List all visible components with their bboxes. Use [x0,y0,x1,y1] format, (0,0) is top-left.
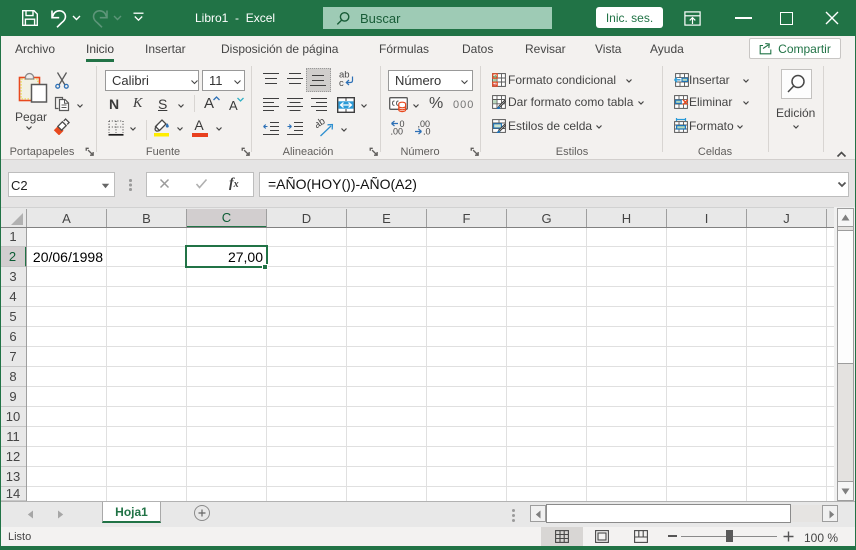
svg-text:c: c [339,78,344,87]
svg-text:ab: ab [316,118,328,131]
svg-text:,00: ,00 [391,127,404,136]
svg-text:,0: ,0 [423,127,431,136]
